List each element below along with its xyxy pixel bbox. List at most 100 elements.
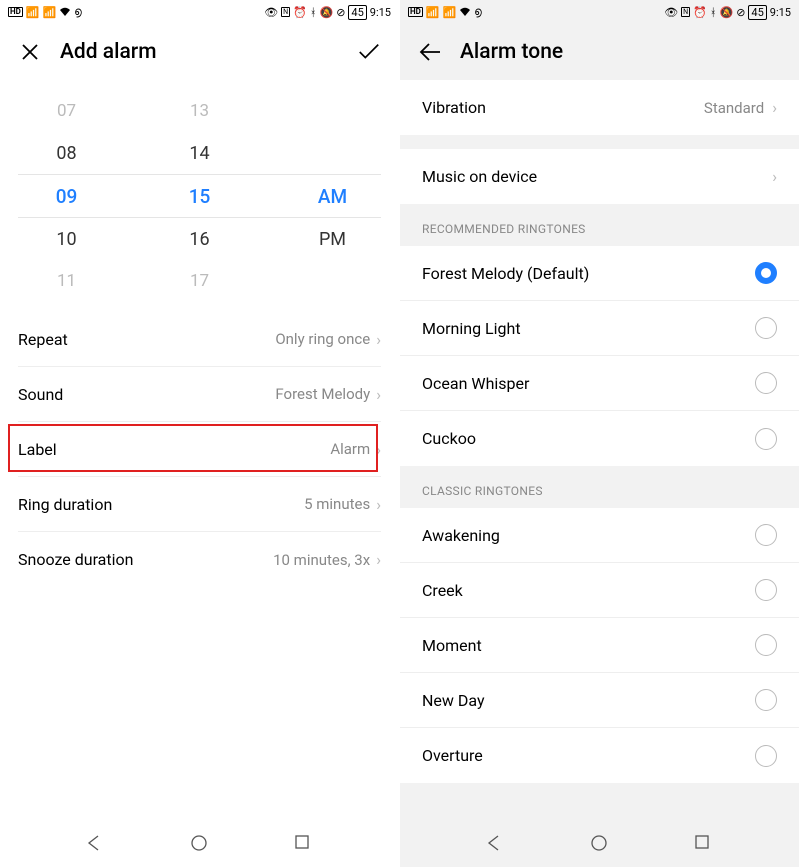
minute-option[interactable]: 16: [133, 229, 266, 250]
chevron-right-icon: ›: [376, 330, 381, 349]
chevron-right-icon: ›: [376, 385, 381, 404]
radio-icon[interactable]: [755, 689, 777, 711]
bluetooth-icon: ᚼ: [310, 6, 317, 19]
section-header-recommended: RECOMMENDED RINGTONES: [400, 204, 799, 246]
mute-icon: 🔕: [319, 6, 333, 19]
swirl-icon: ൭: [74, 5, 81, 19]
hd-badge: HD: [408, 7, 423, 17]
back-button[interactable]: [418, 40, 442, 64]
setting-label: Ring duration: [18, 495, 304, 514]
setting-label: Label: [18, 440, 330, 459]
ringtone-label: Awakening: [422, 526, 755, 545]
hour-option[interactable]: 10: [0, 229, 133, 250]
signal-icon: 📶: [426, 6, 440, 19]
battery-icon: 45: [748, 5, 766, 20]
swirl-icon: ൭: [474, 5, 481, 19]
row-label: Music on device: [422, 167, 772, 186]
signal-icon: 📶: [443, 6, 457, 19]
signal-icon: 📶: [26, 6, 40, 19]
time-picker[interactable]: 07 13 08 14 09 15 AM 10 16 PM 11 17: [0, 80, 399, 312]
chevron-right-icon: ›: [772, 167, 777, 186]
page-title: Add alarm: [60, 40, 357, 64]
android-navbar: [400, 821, 799, 867]
confirm-button[interactable]: [357, 40, 381, 64]
nav-back-icon[interactable]: [85, 834, 105, 854]
eye-icon: 👁: [264, 6, 278, 19]
radio-icon[interactable]: [755, 579, 777, 601]
android-navbar: [0, 821, 399, 867]
battery-icon: 45: [348, 5, 366, 20]
radio-selected-icon[interactable]: [755, 262, 777, 284]
ringtone-option[interactable]: Cuckoo: [400, 411, 799, 466]
ringtone-label: Ocean Whisper: [422, 374, 755, 393]
phone-left-add-alarm: HD 📶 📶 ൭ 👁 N ⏰ ᚼ 🔕 ⊘ 45 9:15 Add alarm: [0, 0, 400, 867]
row-music-on-device[interactable]: Music on device ›: [400, 149, 799, 204]
ampm-option[interactable]: PM: [266, 229, 399, 250]
ringtone-option[interactable]: New Day: [400, 673, 799, 728]
nav-recent-icon[interactable]: [694, 834, 714, 854]
eye-icon: 👁: [664, 6, 678, 19]
ringtone-option[interactable]: Moment: [400, 618, 799, 673]
chevron-right-icon: ›: [772, 98, 777, 117]
ringtone-option[interactable]: Morning Light: [400, 301, 799, 356]
ringtone-option[interactable]: Forest Melody (Default): [400, 246, 799, 301]
close-button[interactable]: [18, 40, 42, 64]
header: Alarm tone: [400, 24, 799, 80]
ringtone-option[interactable]: Overture: [400, 728, 799, 783]
setting-ring-duration[interactable]: Ring duration 5 minutes ›: [18, 477, 381, 532]
minute-selected[interactable]: 15: [133, 185, 266, 208]
bluetooth-icon: ᚼ: [710, 6, 717, 19]
setting-value: Alarm: [330, 440, 370, 458]
nav-back-icon[interactable]: [485, 834, 505, 854]
wifi-icon: [459, 7, 471, 17]
hour-option[interactable]: 08: [0, 143, 133, 164]
ringtone-label: Overture: [422, 746, 755, 765]
ringtone-option[interactable]: Awakening: [400, 508, 799, 563]
setting-label: Snooze duration: [18, 550, 273, 569]
status-bar: HD 📶 📶 ൭ 👁 N ⏰ ᚼ 🔕 ⊘ 45 9:15: [0, 0, 399, 24]
row-label: Vibration: [422, 98, 704, 117]
ringtone-option[interactable]: Creek: [400, 563, 799, 618]
nav-home-icon[interactable]: [190, 834, 210, 854]
ampm-selected[interactable]: AM: [266, 185, 399, 208]
ringtone-label: Cuckoo: [422, 429, 755, 448]
hour-option[interactable]: 11: [0, 271, 133, 291]
radio-icon[interactable]: [755, 372, 777, 394]
row-vibration[interactable]: Vibration Standard ›: [400, 80, 799, 135]
ringtone-label: Morning Light: [422, 319, 755, 338]
hd-badge: HD: [8, 7, 23, 17]
alarm-icon: ⏰: [693, 6, 707, 19]
setting-label-row[interactable]: Label Alarm ›: [18, 422, 381, 477]
status-time: 9:15: [770, 6, 791, 19]
minute-option[interactable]: 14: [133, 143, 266, 164]
status-time: 9:15: [370, 6, 391, 19]
radio-icon[interactable]: [755, 634, 777, 656]
radio-icon[interactable]: [755, 524, 777, 546]
mute-icon: 🔕: [719, 6, 733, 19]
no-data-icon: ⊘: [336, 6, 345, 19]
ringtone-option[interactable]: Ocean Whisper: [400, 356, 799, 411]
radio-icon[interactable]: [755, 745, 777, 767]
minute-option[interactable]: 13: [133, 101, 266, 121]
header: Add alarm: [0, 24, 399, 80]
nav-home-icon[interactable]: [590, 834, 610, 854]
chevron-right-icon: ›: [376, 550, 381, 569]
setting-snooze-duration[interactable]: Snooze duration 10 minutes, 3x ›: [18, 532, 381, 587]
nav-recent-icon[interactable]: [294, 834, 314, 854]
row-value: Standard: [704, 99, 764, 117]
hour-option[interactable]: 07: [0, 101, 133, 121]
setting-sound[interactable]: Sound Forest Melody ›: [18, 367, 381, 422]
minute-option[interactable]: 17: [133, 271, 266, 291]
radio-icon[interactable]: [755, 317, 777, 339]
ringtone-label: Creek: [422, 581, 755, 600]
setting-label: Sound: [18, 385, 275, 404]
setting-repeat[interactable]: Repeat Only ring once ›: [18, 312, 381, 367]
setting-value: Forest Melody: [275, 385, 370, 403]
radio-icon[interactable]: [755, 428, 777, 450]
settings-list: Repeat Only ring once › Sound Forest Mel…: [0, 312, 399, 587]
page-title: Alarm tone: [460, 40, 781, 64]
nfc-icon: N: [281, 7, 290, 17]
hour-selected[interactable]: 09: [0, 185, 133, 208]
alarm-icon: ⏰: [293, 6, 307, 19]
setting-label: Repeat: [18, 330, 275, 349]
